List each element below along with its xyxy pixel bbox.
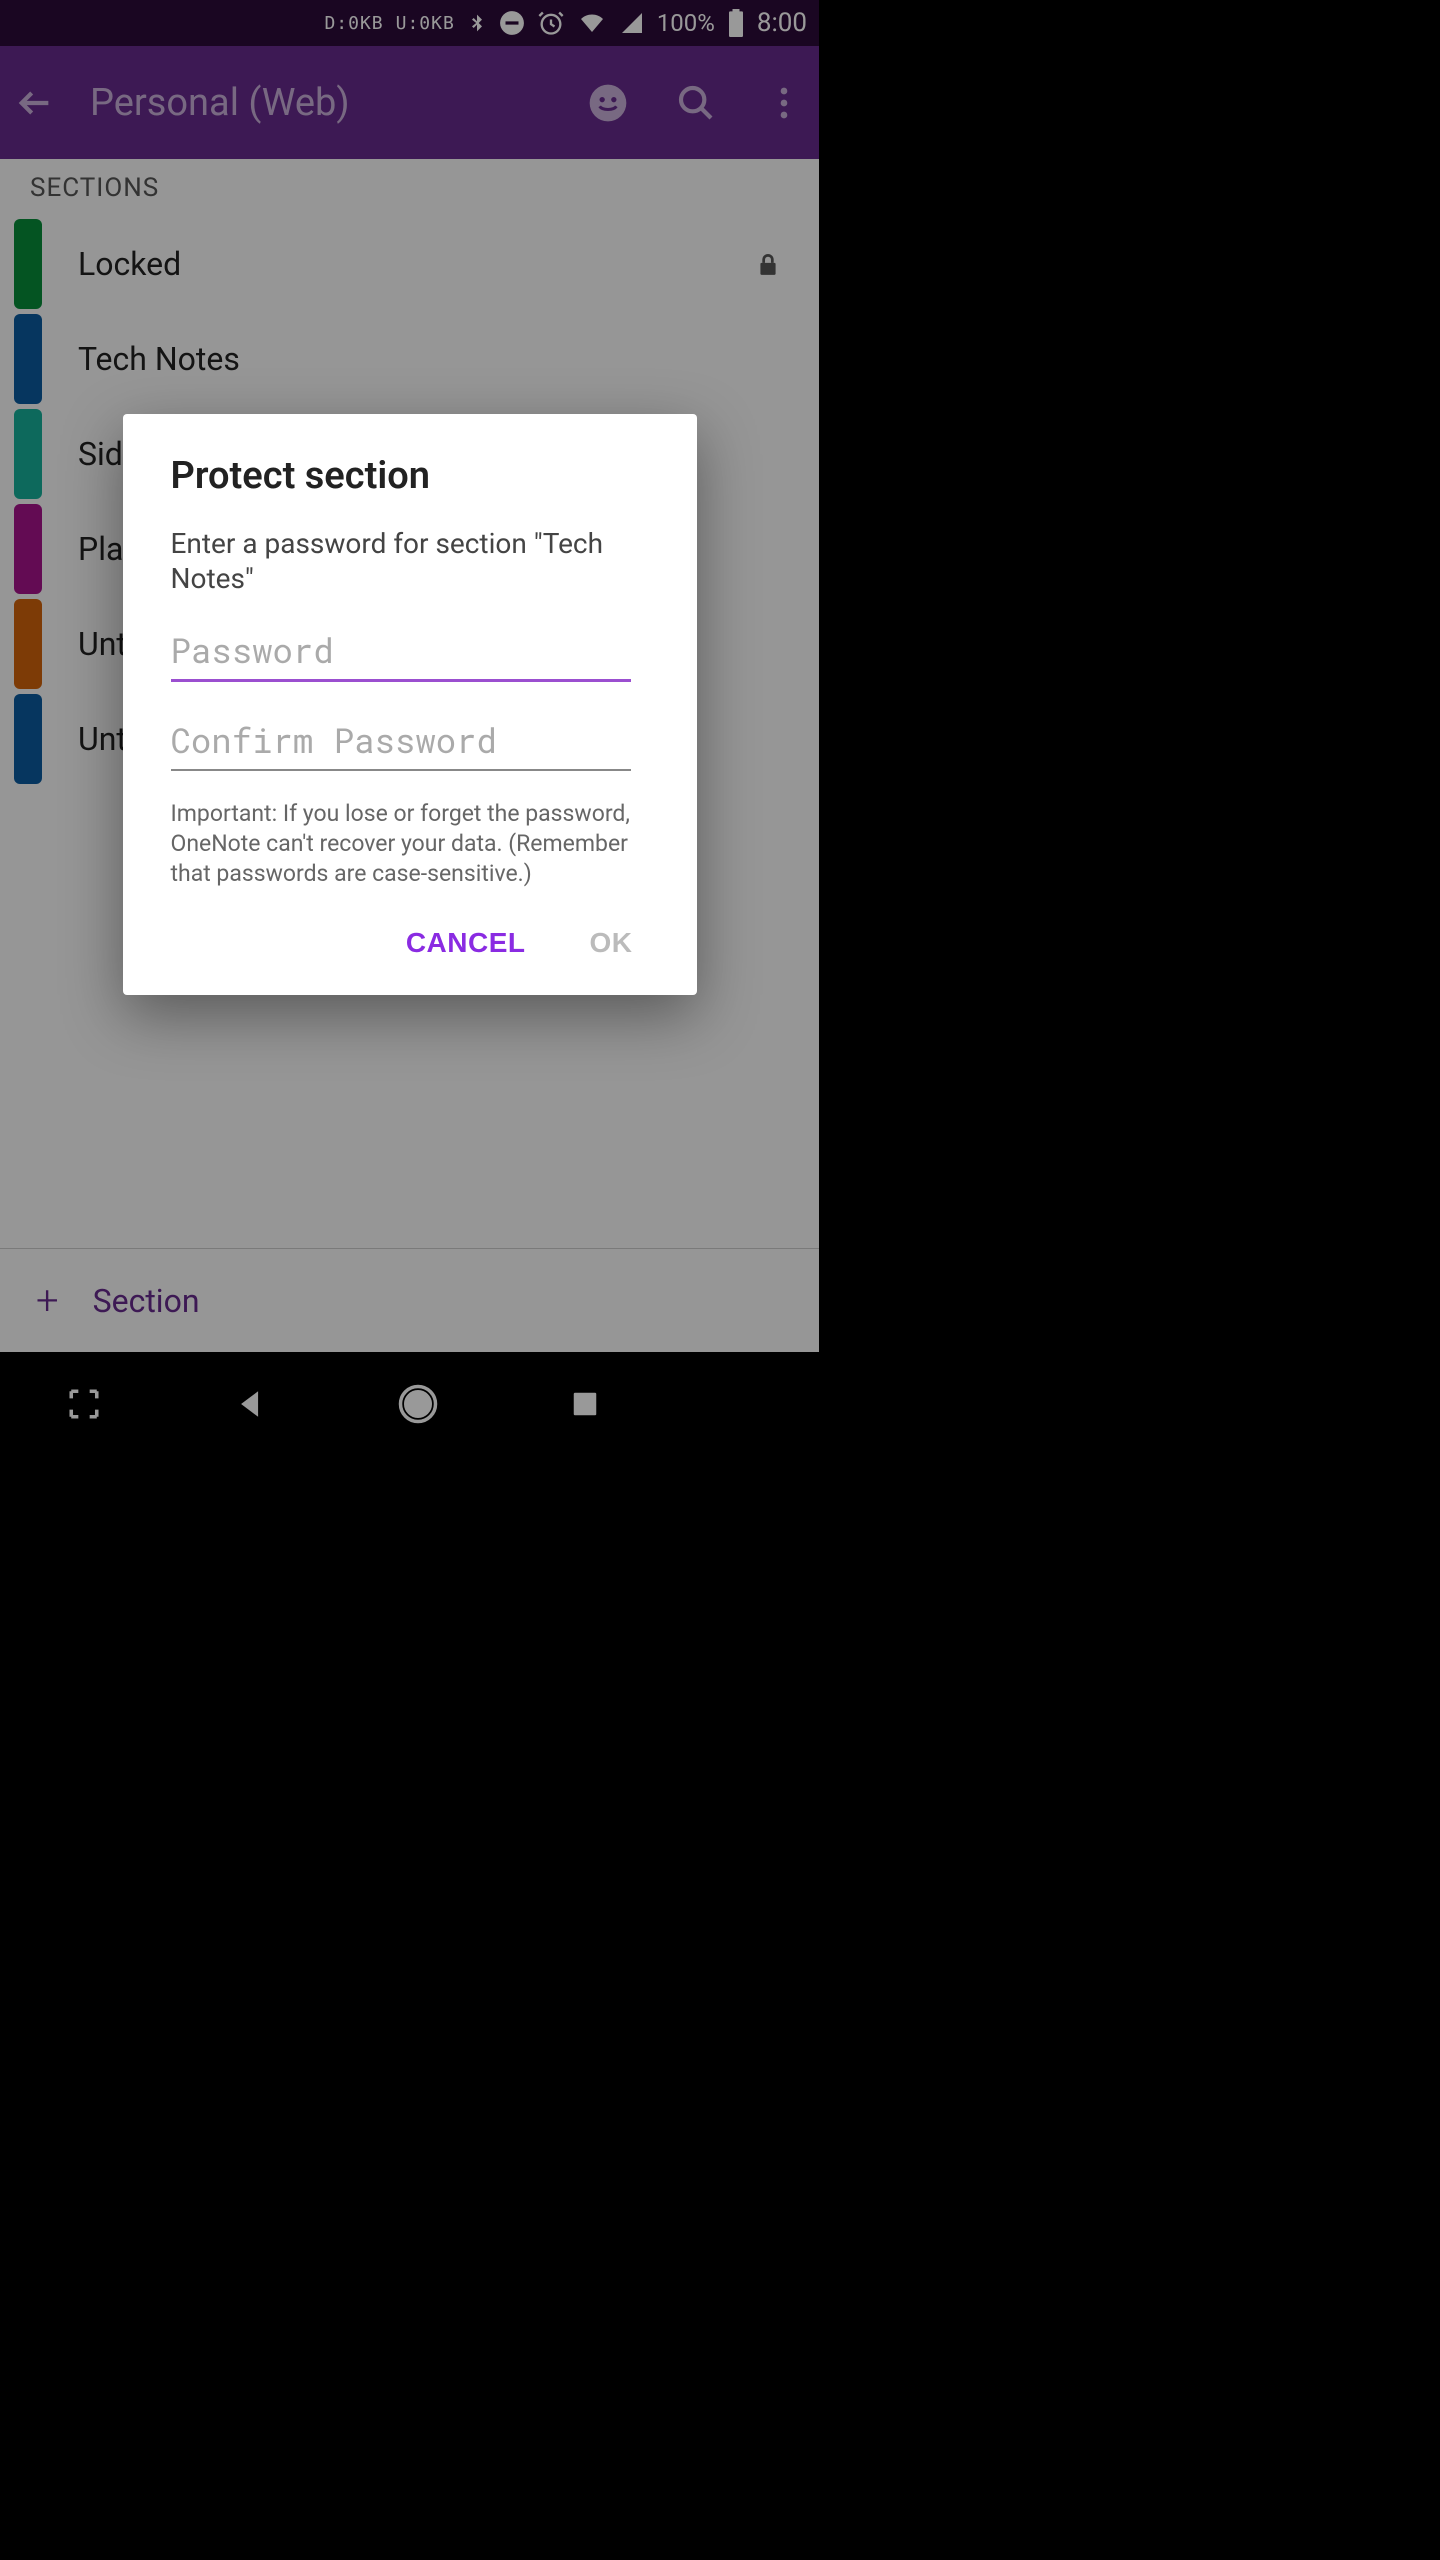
confirm-password-input[interactable] — [171, 710, 631, 771]
dialog-actions: CANCEL OK — [171, 915, 649, 971]
ok-button[interactable]: OK — [582, 915, 641, 971]
dialog-note: Important: If you lose or forget the pas… — [171, 799, 649, 889]
protect-section-dialog: Protect section Enter a password for sec… — [123, 414, 697, 995]
cancel-button[interactable]: CANCEL — [398, 915, 534, 971]
dialog-message: Enter a password for section "Tech Notes… — [171, 526, 649, 596]
password-input[interactable] — [171, 620, 631, 682]
dialog-title: Protect section — [171, 454, 649, 498]
screen: D:0KB U:0KB 100% 8:00 Personal (Web) — [0, 0, 819, 1456]
